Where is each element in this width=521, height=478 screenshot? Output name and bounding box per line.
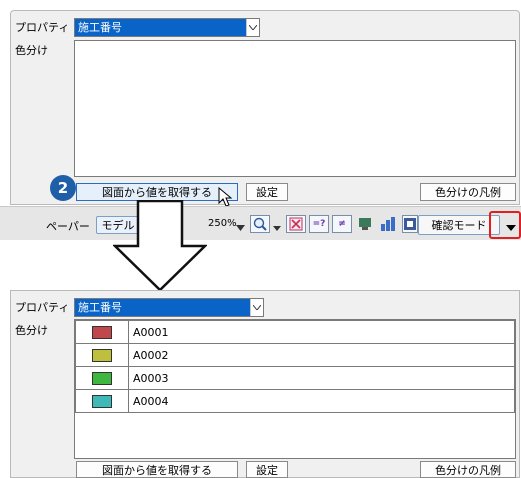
grid-display-icon[interactable] bbox=[380, 216, 396, 235]
unknown-value-icon[interactable]: =? bbox=[309, 215, 329, 233]
color-label-2: 色分け bbox=[15, 324, 48, 337]
color-swatch-cell[interactable] bbox=[75, 389, 129, 413]
color-row[interactable]: A0001 bbox=[75, 320, 515, 344]
color-swatch[interactable] bbox=[92, 325, 112, 339]
property-select[interactable]: 施工番号 bbox=[74, 18, 260, 37]
zoom-icon[interactable] bbox=[250, 215, 270, 233]
property-select-value-2: 施工番号 bbox=[75, 299, 250, 316]
color-row[interactable]: A0004 bbox=[75, 389, 515, 413]
color-swatch-cell[interactable] bbox=[75, 320, 129, 344]
error-check-icon[interactable] bbox=[286, 215, 306, 233]
settings-button-2[interactable]: 設定 bbox=[246, 461, 288, 478]
color-swatch[interactable] bbox=[92, 348, 112, 362]
property-select-2[interactable]: 施工番号 bbox=[74, 298, 264, 317]
paper-tab[interactable]: ペーパー bbox=[46, 218, 90, 234]
property-label-2: プロパティ bbox=[15, 301, 70, 314]
color-label: 色分け bbox=[15, 44, 48, 57]
zoom-menu-arrow-icon[interactable] bbox=[273, 221, 281, 234]
property-select-value: 施工番号 bbox=[75, 19, 246, 36]
confirm-mode-button[interactable]: 確認モード bbox=[418, 215, 500, 235]
chevron-down-icon[interactable] bbox=[246, 19, 259, 36]
confirm-mode-dropdown-icon[interactable] bbox=[506, 221, 516, 234]
color-swatch-cell[interactable] bbox=[75, 366, 129, 390]
layer-display-icon[interactable] bbox=[357, 216, 373, 235]
color-code: A0003 bbox=[128, 366, 515, 390]
step-2-badge: 2 bbox=[50, 175, 76, 201]
color-code: A0002 bbox=[128, 343, 515, 367]
zoom-level[interactable]: 250% bbox=[208, 218, 237, 229]
get-values-from-drawing-button[interactable]: 図面から値を取得する bbox=[76, 183, 238, 201]
settings-button[interactable]: 設定 bbox=[246, 183, 288, 201]
down-arrow-icon bbox=[111, 199, 209, 295]
color-legend-button[interactable]: 色分けの凡例 bbox=[420, 183, 516, 201]
color-swatch-cell[interactable] bbox=[75, 343, 129, 367]
property-label: プロパティ bbox=[15, 21, 70, 34]
color-row[interactable]: A0002 bbox=[75, 343, 515, 367]
get-values-from-drawing-button-2[interactable]: 図面から値を取得する bbox=[76, 461, 238, 478]
color-list[interactable]: A0001 A0002 A0003 A0004 bbox=[74, 319, 516, 459]
inequality-icon[interactable]: ≠ bbox=[332, 215, 352, 233]
color-list-empty[interactable] bbox=[74, 40, 516, 177]
color-swatch[interactable] bbox=[92, 371, 112, 385]
color-table: A0001 A0002 A0003 A0004 bbox=[75, 320, 515, 413]
color-swatch[interactable] bbox=[92, 394, 112, 408]
confirm-mode-highlight bbox=[489, 211, 521, 239]
color-legend-button-2[interactable]: 色分けの凡例 bbox=[420, 461, 516, 478]
zoom-dropdown-icon[interactable] bbox=[236, 221, 245, 234]
color-code: A0001 bbox=[128, 320, 515, 344]
color-code: A0004 bbox=[128, 389, 515, 413]
confirm-mode-icon[interactable] bbox=[402, 215, 418, 233]
chevron-down-icon[interactable] bbox=[250, 299, 263, 316]
color-row[interactable]: A0003 bbox=[75, 366, 515, 390]
